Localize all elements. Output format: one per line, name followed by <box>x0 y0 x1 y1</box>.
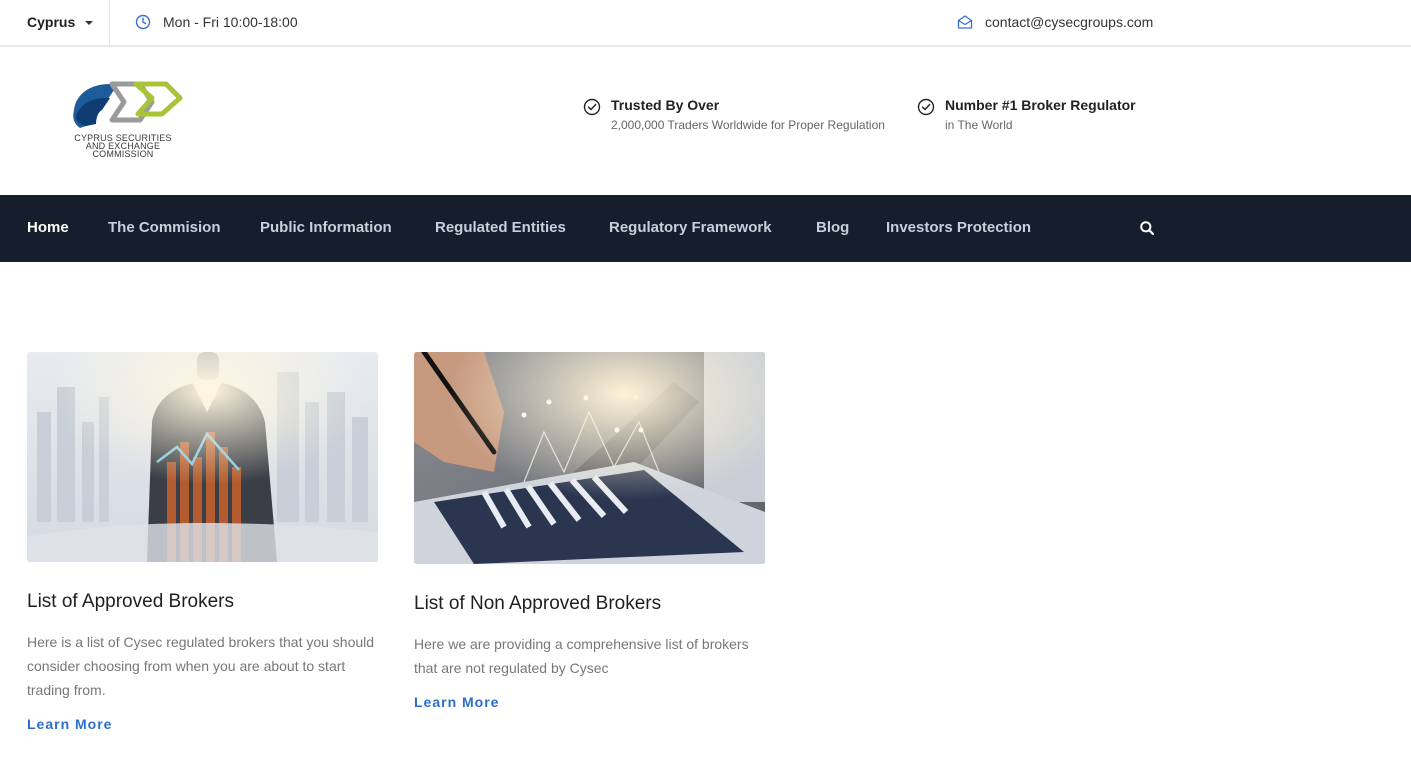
card-description: Here we are providing a comprehensive li… <box>414 636 749 676</box>
nav-item-blog[interactable]: Blog <box>816 219 849 236</box>
feature-title: Trusted By Over <box>611 97 720 113</box>
feature-subtitle: 2,000,000 Traders Worldwide for Proper R… <box>611 118 885 132</box>
card-title[interactable]: List of Approved Brokers <box>27 590 378 614</box>
nav-item-regulatory-framework[interactable]: Regulatory Framework <box>609 219 772 236</box>
feature-title: Number #1 Broker Regulator <box>945 97 1136 113</box>
top-bar: Cyprus Mon - Fri 10:00-18:00 contact@cys… <box>0 0 1411 47</box>
main-nav: Home The Commision Public Information Re… <box>0 195 1411 262</box>
feature-subtitle: in The World <box>945 118 1013 132</box>
cysec-logo[interactable]: CYPRUS SECURITIES AND EXCHANGE COMMISSIO… <box>40 80 206 164</box>
search-icon[interactable] <box>1139 220 1155 236</box>
card-title[interactable]: List of Non Approved Brokers <box>414 592 765 616</box>
hours-text: Mon - Fri 10:00-18:00 <box>163 14 298 30</box>
card-non-approved-brokers: List of Non Approved Brokers Here we are… <box>414 352 765 712</box>
logo-text: CYPRUS SECURITIES AND EXCHANGE COMMISSIO… <box>40 134 206 159</box>
nav-item-the-commision[interactable]: The Commision <box>108 219 221 236</box>
country-selector[interactable]: Cyprus <box>27 14 94 30</box>
card-approved-brokers: List of Approved Brokers Here is a list … <box>27 352 378 734</box>
learn-more-link[interactable]: Learn More <box>414 694 499 710</box>
businessman-chart-image <box>27 352 378 562</box>
nav-item-public-information[interactable]: Public Information <box>260 219 392 236</box>
analysis-chart-image <box>414 352 765 564</box>
nav-item-home[interactable]: Home <box>27 219 69 236</box>
logo-line-3: COMMISSION <box>92 149 154 159</box>
envelope-open-icon <box>957 15 973 29</box>
business-hours: Mon - Fri 10:00-18:00 <box>135 14 298 30</box>
card-description: Here is a list of Cysec regulated broker… <box>27 634 375 698</box>
clock-icon <box>135 14 151 30</box>
card-image-analysis[interactable] <box>414 352 765 564</box>
nav-item-investors-protection[interactable]: Investors Protection <box>886 219 1031 236</box>
nav-item-regulated-entities[interactable]: Regulated Entities <box>435 219 566 236</box>
top-bar-divider <box>109 0 110 47</box>
check-circle-icon <box>583 98 601 116</box>
learn-more-link[interactable]: Learn More <box>27 716 112 732</box>
feature-number-one: Number #1 Broker Regulator in The World <box>917 96 1136 136</box>
logo-mark <box>73 81 183 128</box>
caret-down-icon <box>85 21 94 25</box>
email-link[interactable]: contact@cysecgroups.com <box>985 14 1153 30</box>
card-image-businessman[interactable] <box>27 352 378 562</box>
contact-email[interactable]: contact@cysecgroups.com <box>957 14 1153 30</box>
feature-trusted: Trusted By Over 2,000,000 Traders Worldw… <box>583 96 885 136</box>
check-circle-icon <box>917 98 935 116</box>
country-label: Cyprus <box>27 14 76 30</box>
